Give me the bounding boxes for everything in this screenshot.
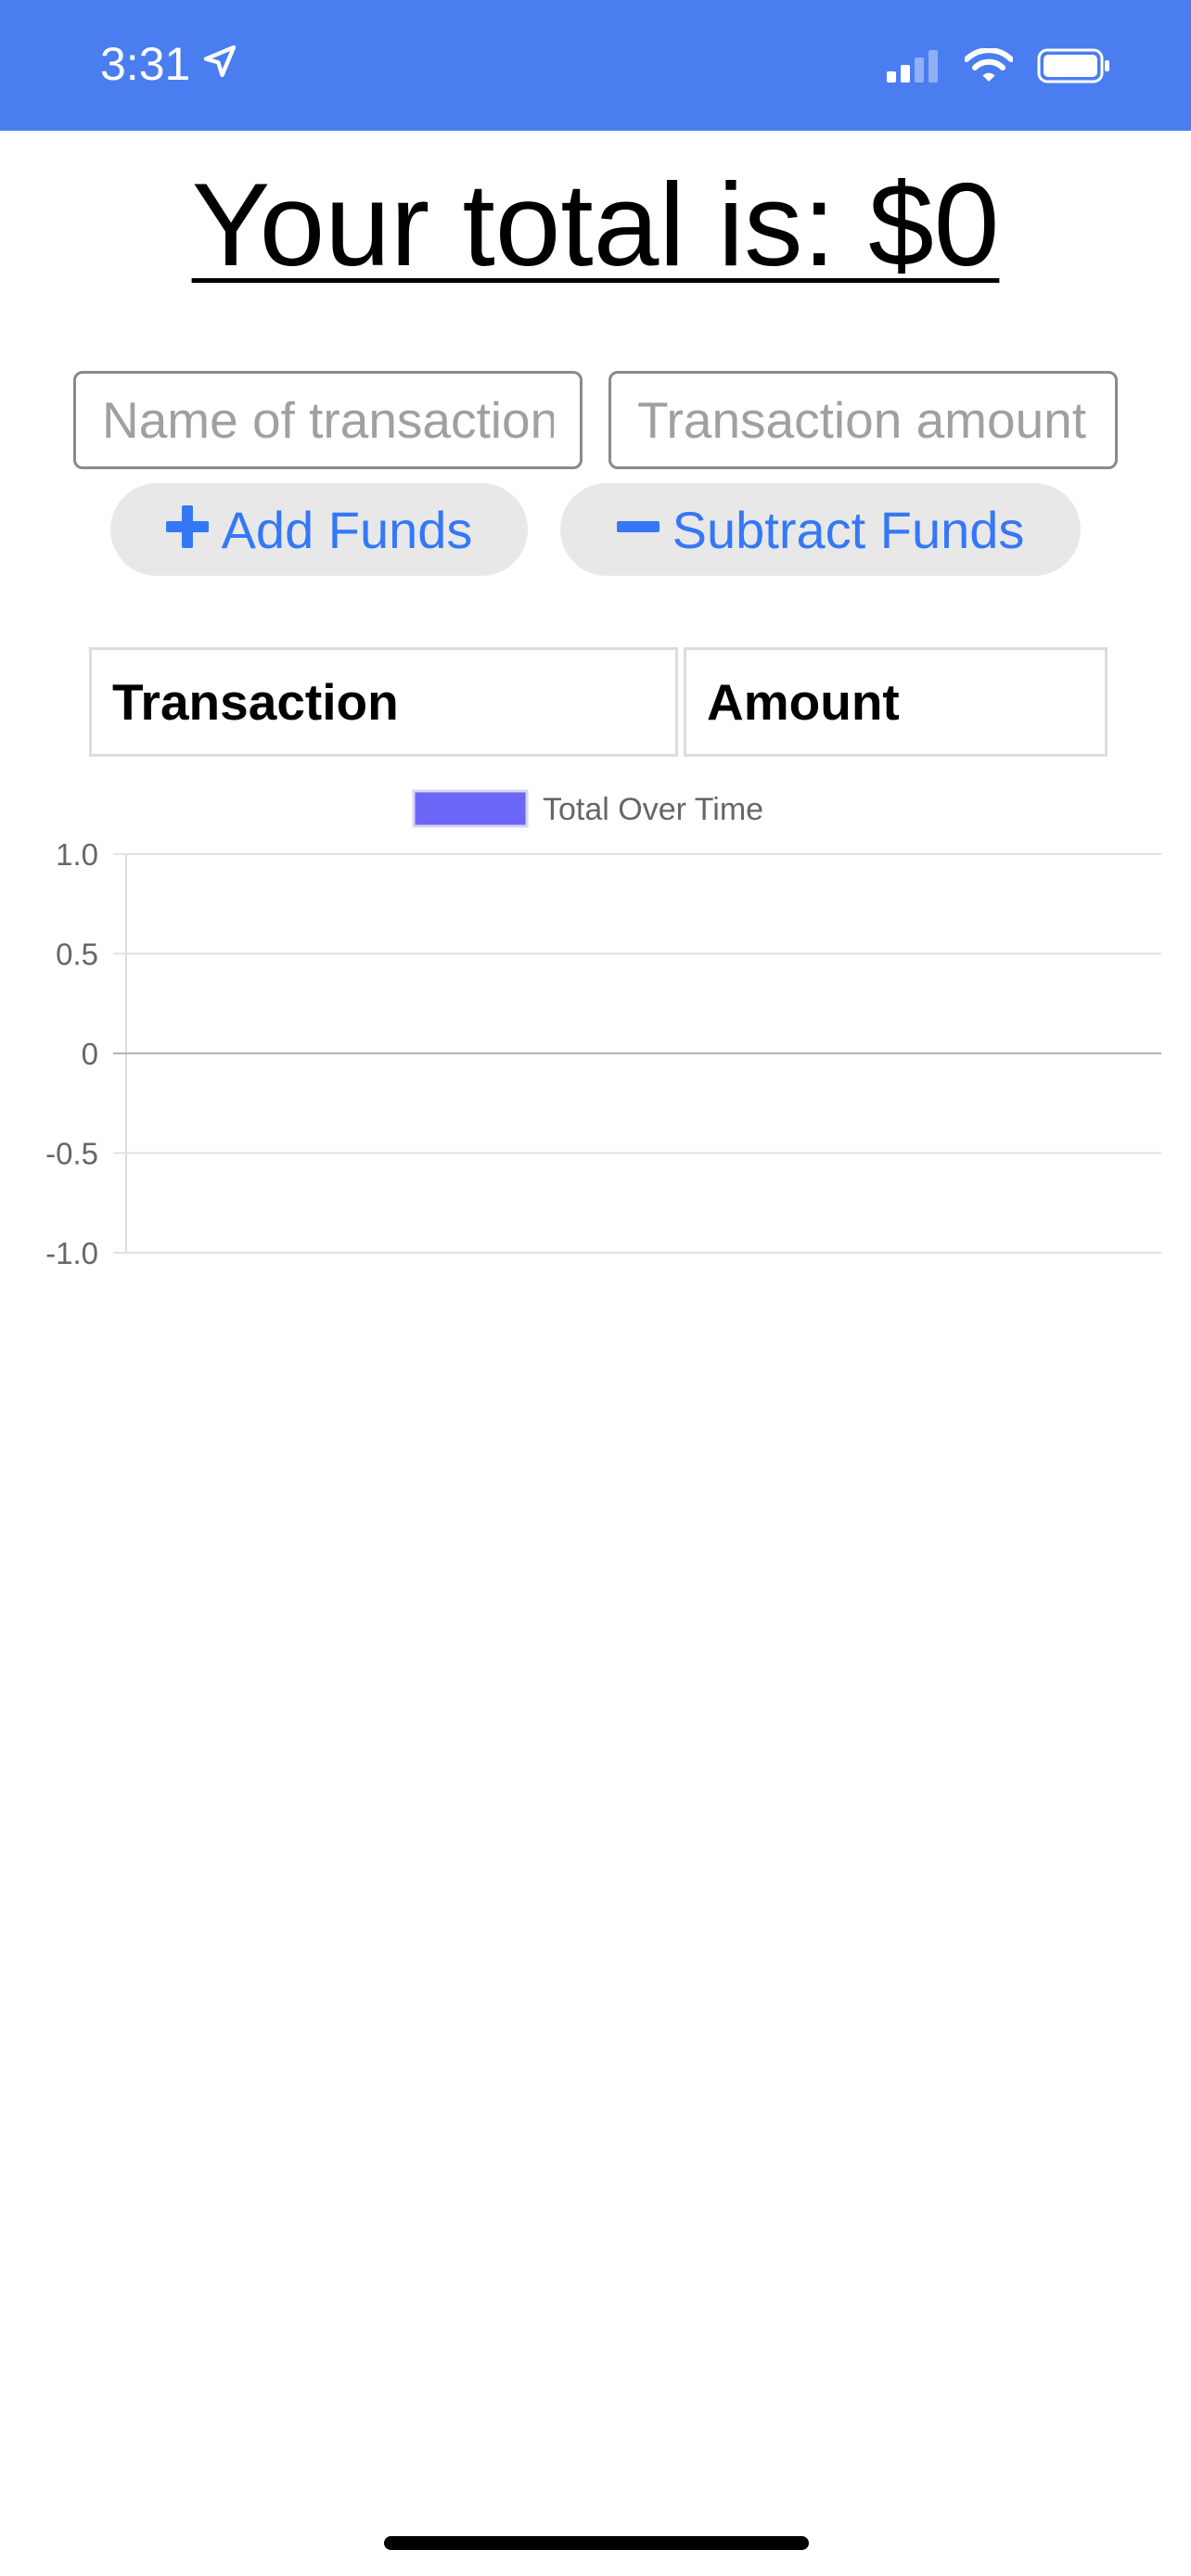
location-arrow-icon <box>201 37 238 91</box>
y-tick-label: -1.0 <box>45 1236 98 1270</box>
subtract-funds-button[interactable]: Subtract Funds <box>560 483 1081 576</box>
column-header-transaction: Transaction <box>89 647 678 757</box>
wifi-icon <box>964 47 1014 88</box>
subtract-funds-label: Subtract Funds <box>672 500 1025 559</box>
add-funds-button[interactable]: Add Funds <box>110 483 528 576</box>
battery-icon <box>1037 48 1111 88</box>
status-time-text: 3:31 <box>100 38 191 90</box>
transactions-table: Transaction Amount <box>83 642 1113 762</box>
minus-icon <box>616 500 660 560</box>
y-tick-label: 0.5 <box>56 937 98 972</box>
status-bar: 3:31 <box>0 0 1191 131</box>
add-funds-label: Add Funds <box>221 500 473 559</box>
table-header-row: Transaction Amount <box>89 647 1108 757</box>
signal-icon <box>885 49 941 87</box>
legend-label: Total Over Time <box>543 792 763 827</box>
column-header-amount: Amount <box>684 647 1108 757</box>
y-tick-label: 0 <box>82 1037 98 1071</box>
total-over-time-chart: Total Over Time 1.0 0.5 0 -0.5 -1.0 <box>45 789 1161 1270</box>
y-tick-label: 1.0 <box>56 837 98 872</box>
y-tick-label: -0.5 <box>45 1137 98 1171</box>
home-indicator[interactable] <box>384 2536 809 2550</box>
status-time: 3:31 <box>100 37 238 91</box>
transaction-amount-input[interactable] <box>608 371 1118 469</box>
page-title: Your total is: $0 <box>191 159 1000 290</box>
status-icons <box>885 47 1111 88</box>
legend-swatch <box>412 789 529 828</box>
plus-icon <box>165 500 209 560</box>
transaction-name-input[interactable] <box>73 371 583 469</box>
